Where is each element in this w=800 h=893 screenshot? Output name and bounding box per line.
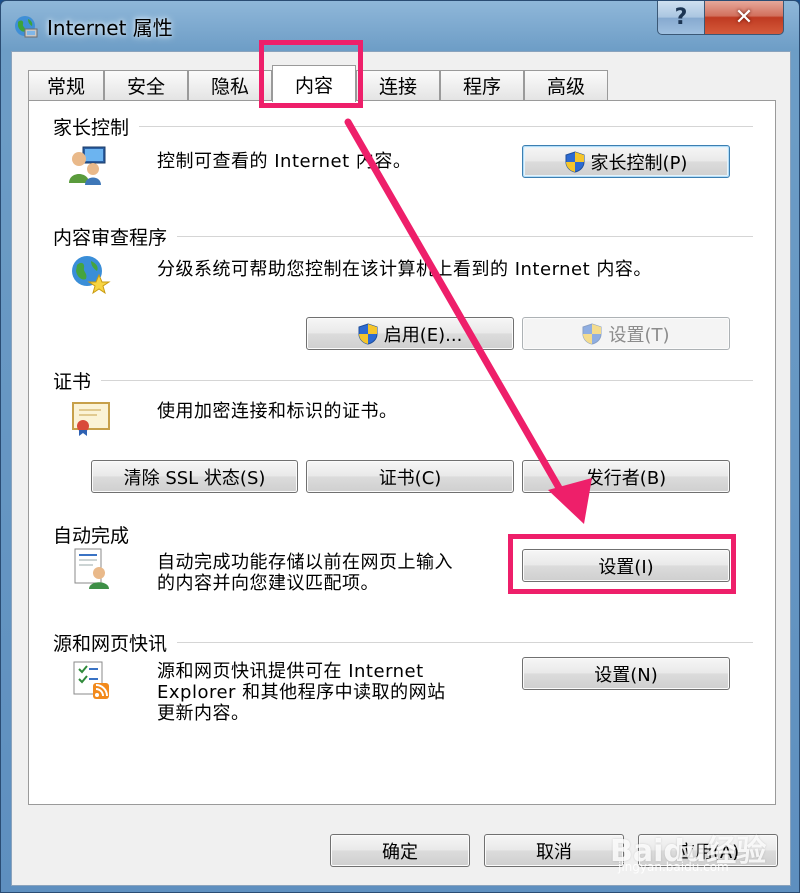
feeds-description-line1: 源和网页快讯提供可在 Internet <box>157 661 424 682</box>
tab-general[interactable]: 常规 <box>28 70 104 100</box>
parental-controls-button-label: 家长控制(P) <box>590 152 688 174</box>
autocomplete-description-line1: 自动完成功能存储以前在网页上输入 <box>157 552 453 573</box>
parental-controls-button[interactable]: 家长控制(P) <box>522 145 730 178</box>
feeds-description-line3: 更新内容。 <box>157 703 250 724</box>
content-advisor-globe-star-icon <box>72 256 111 295</box>
uac-shield-icon <box>582 322 602 345</box>
parental-controls-icon <box>69 146 106 185</box>
autocomplete-settings-highlight-box <box>508 534 736 594</box>
content-advisor-enable-button[interactable]: 启用(E)... <box>306 317 514 350</box>
content-advisor-description: 分级系统可帮助您控制在该计算机上看到的 Internet 内容。 <box>157 259 652 280</box>
certificates-title: 证书 <box>53 367 102 394</box>
autocomplete-description-line2: 的内容并向您建议匹配项。 <box>157 573 379 594</box>
feeds-title: 源和网页快讯 <box>53 629 178 656</box>
internet-properties-window: Internet 属性 ? ✕ 常规 安全 隐私 内容 连接 程序 高级 家长控… <box>0 0 800 893</box>
content-tab-panel: 家长控制 控制可查看的 Internet 内容。 家长控制(P) 内容审查程序 … <box>28 100 776 805</box>
title-bar[interactable]: Internet 属性 ? ✕ <box>1 1 800 51</box>
tab-connections[interactable]: 连接 <box>356 70 440 100</box>
feeds-description-line2: Explorer 和其他程序中读取的网站 <box>157 682 446 703</box>
content-advisor-settings-label: 设置(T) <box>608 324 670 346</box>
tab-security[interactable]: 安全 <box>104 70 188 100</box>
tab-advanced[interactable]: 高级 <box>524 70 608 100</box>
uac-shield-icon <box>358 322 378 345</box>
parental-controls-title: 家长控制 <box>53 113 140 140</box>
help-icon: ? <box>674 5 688 30</box>
content-advisor-enable-label: 启用(E)... <box>383 324 463 346</box>
parental-controls-description: 控制可查看的 Internet 内容。 <box>157 151 412 172</box>
uac-shield-icon <box>565 150 585 173</box>
autocomplete-icon <box>74 548 109 589</box>
autocomplete-title: 自动完成 <box>53 521 140 548</box>
dialog-client-area: 常规 安全 隐私 内容 连接 程序 高级 家长控制 控制可查看的 Interne… <box>11 51 791 886</box>
internet-globe-icon <box>15 16 38 38</box>
close-icon: ✕ <box>734 5 754 30</box>
content-advisor-title: 内容审查程序 <box>53 223 178 250</box>
content-advisor-settings-button[interactable]: 设置(T) <box>522 317 730 350</box>
section-divider <box>53 380 753 381</box>
content-tab-highlight-box <box>259 40 363 108</box>
close-button[interactable]: ✕ <box>704 1 784 35</box>
feeds-icon <box>73 661 109 699</box>
publishers-button[interactable]: 发行者(B) <box>522 460 730 493</box>
ok-button[interactable]: 确定 <box>330 834 470 867</box>
feeds-settings-button[interactable]: 设置(N) <box>522 657 730 690</box>
help-button[interactable]: ? <box>657 1 705 35</box>
certificate-icon <box>72 402 110 436</box>
cancel-button[interactable]: 取消 <box>484 834 624 867</box>
window-title: Internet 属性 <box>47 16 173 40</box>
certificates-button[interactable]: 证书(C) <box>306 460 514 493</box>
certificates-description: 使用加密连接和标识的证书。 <box>157 401 398 422</box>
clear-ssl-state-button[interactable]: 清除 SSL 状态(S) <box>91 460 298 493</box>
tab-programs[interactable]: 程序 <box>440 70 524 100</box>
section-divider <box>53 126 753 127</box>
baidu-watermark-url: jingyan.baidu.com <box>618 860 729 874</box>
